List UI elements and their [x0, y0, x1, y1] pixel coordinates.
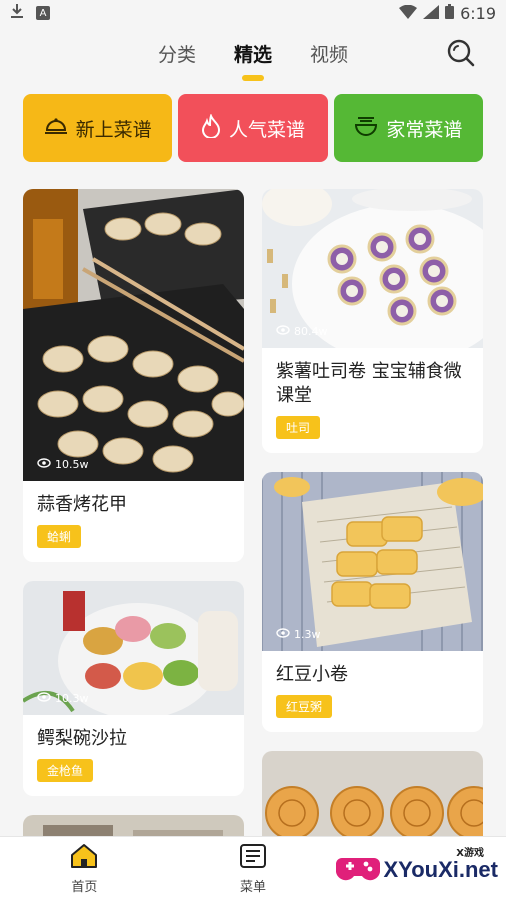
recipe-image: 1.3w: [262, 472, 483, 651]
nav-menu[interactable]: 菜单: [169, 837, 338, 900]
recipe-image: 10.5w: [23, 189, 244, 481]
eye-icon: [276, 325, 290, 338]
eye-icon: [37, 692, 51, 705]
nav-menu-label: 菜单: [240, 879, 267, 895]
tab-category[interactable]: 分类: [158, 40, 196, 67]
feed-column-right: 80.4w 紫薯吐司卷 宝宝辅食微课堂 吐司 1.3w 红豆小卷 红豆粥: [262, 189, 483, 875]
recipe-feed: 10.5w 蒜香烤花甲 蛤蜊 10.3w 鳄梨碗沙拉 金枪鱼 80.4w 紫薯吐…: [0, 162, 506, 875]
eye-icon: [37, 458, 51, 471]
recipe-title: 紫薯吐司卷 宝宝辅食微课堂: [276, 361, 462, 406]
ingredient-tag[interactable]: 红豆粥: [276, 695, 333, 718]
status-bar: A 6:19: [0, 0, 506, 26]
battery-icon: [445, 3, 455, 23]
feed-column-left: 10.5w 蒜香烤花甲 蛤蜊 10.3w 鳄梨碗沙拉 金枪鱼: [23, 189, 244, 875]
bowl-icon: [354, 115, 378, 142]
view-count-value: 10.5w: [55, 458, 89, 471]
ingredient-tag[interactable]: 金枪鱼: [37, 759, 94, 782]
recipe-image: 10.3w: [23, 581, 244, 719]
tab-video[interactable]: 视频: [310, 40, 348, 67]
view-count: 80.4w: [276, 325, 328, 338]
recipe-card[interactable]: 10.5w 蒜香烤花甲 蛤蜊: [23, 189, 244, 562]
view-count: 1.3w: [276, 628, 321, 641]
recipe-card[interactable]: 10.3w 鳄梨碗沙拉 金枪鱼: [23, 581, 244, 796]
view-count: 10.3w: [37, 692, 89, 705]
nav-home[interactable]: 首页: [0, 837, 169, 900]
recipe-card[interactable]: 80.4w 紫薯吐司卷 宝宝辅食微课堂 吐司: [262, 189, 483, 453]
menu-icon: [239, 843, 267, 873]
recipe-card[interactable]: 1.3w 红豆小卷 红豆粥: [262, 472, 483, 732]
cloche-icon: [44, 115, 68, 142]
recipe-title: 蒜香烤花甲: [37, 494, 127, 515]
recipe-image: 80.4w: [262, 189, 483, 364]
recipe-title: 鳄梨碗沙拉: [37, 728, 127, 749]
watermark: X游戏 XYouXi.net: [335, 848, 499, 892]
home-recipes-button[interactable]: 家常菜谱: [333, 94, 483, 162]
new-recipes-label: 新上菜谱: [75, 118, 152, 141]
home-icon: [70, 843, 98, 873]
ingredient-tag[interactable]: 吐司: [276, 416, 321, 439]
search-icon[interactable]: [446, 38, 476, 68]
view-count-value: 1.3w: [294, 628, 321, 641]
category-buttons: 新上菜谱 人气菜谱 家常菜谱: [0, 80, 506, 162]
home-recipes-label: 家常菜谱: [386, 118, 463, 141]
ingredient-tag[interactable]: 蛤蜊: [37, 525, 82, 548]
wifi-icon: [399, 4, 418, 23]
signal-icon: [423, 4, 440, 23]
watermark-text: XYouXi.net: [383, 857, 499, 882]
eye-icon: [276, 628, 290, 641]
flame-icon: [201, 112, 221, 143]
tab-featured[interactable]: 精选: [234, 40, 272, 67]
top-tab-bar: 分类 精选 视频: [0, 26, 506, 80]
recipe-title: 红豆小卷: [276, 664, 348, 685]
clock-time: 6:19: [460, 3, 496, 23]
gamepad-logo-icon: [335, 848, 380, 892]
app-notification-icon: A: [36, 6, 50, 20]
watermark-small-text: X游戏: [456, 848, 484, 859]
popular-recipes-label: 人气菜谱: [228, 118, 305, 141]
popular-recipes-button[interactable]: 人气菜谱: [178, 94, 328, 162]
new-recipes-button[interactable]: 新上菜谱: [23, 94, 173, 162]
view-count-value: 10.3w: [55, 692, 89, 705]
view-count: 10.5w: [37, 458, 89, 471]
view-count-value: 80.4w: [294, 325, 328, 338]
nav-home-label: 首页: [71, 879, 98, 895]
download-icon: [10, 3, 24, 23]
